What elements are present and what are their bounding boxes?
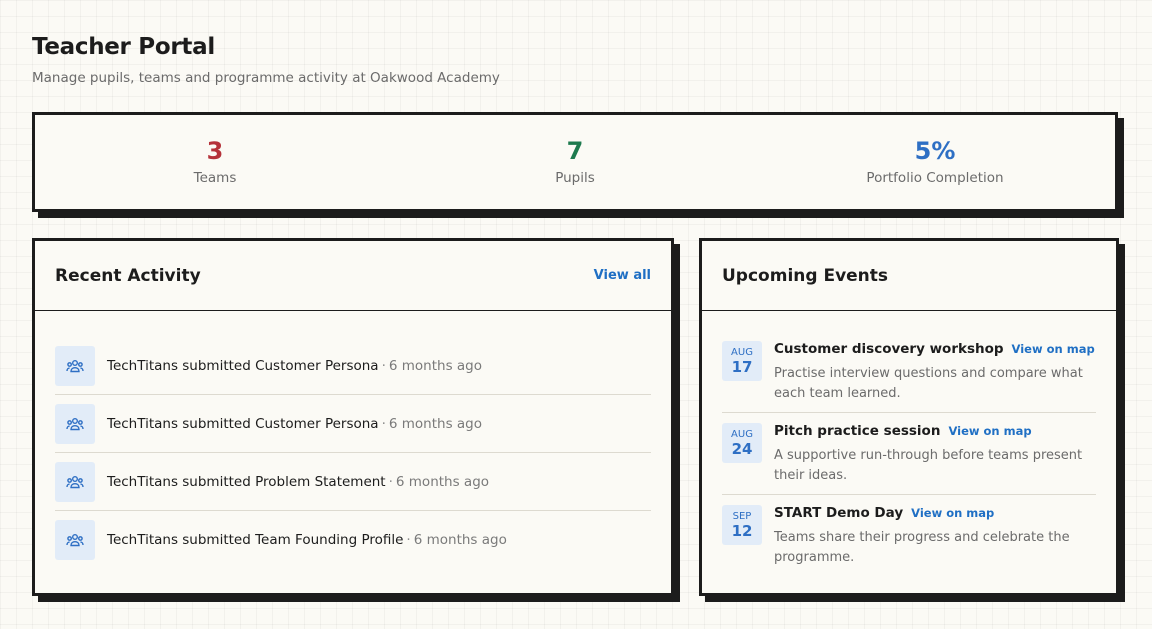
list-item[interactable]: TechTitans submitted Customer Persona · 6 …	[55, 337, 651, 395]
event-description: Practise interview questions and compare…	[774, 366, 1083, 401]
activity-text: TechTitans submitted Customer Persona · 6 …	[107, 358, 482, 374]
event-day: 17	[731, 357, 753, 376]
upcoming-events-card: Upcoming Events AUG 17 Customer discover…	[699, 238, 1119, 596]
event-item: AUG 24 Pitch practice session View on ma…	[722, 419, 1096, 495]
stat-value: 5%	[914, 137, 956, 165]
recent-activity-title: Recent Activity	[55, 265, 201, 286]
activity-description: TechTitans submitted Problem Statement	[107, 473, 386, 490]
event-item: AUG 17 Customer discovery workshop View …	[722, 337, 1096, 413]
activity-list: TechTitans submitted Customer Persona · 6 …	[35, 311, 671, 569]
activity-text: TechTitans submitted Problem Statement · 6…	[107, 474, 489, 490]
activity-description: TechTitans submitted Customer Persona	[107, 415, 379, 432]
event-title: START Demo Day	[774, 505, 904, 521]
recent-activity-card: Recent Activity View all TechTitans subm…	[32, 238, 674, 596]
activity-time: 6 months ago	[395, 473, 490, 490]
stat-label: Teams	[193, 170, 237, 186]
list-item[interactable]: TechTitans submitted Customer Persona · 6 …	[55, 395, 651, 453]
event-date-badge: AUG 17	[722, 341, 762, 381]
stat-pupils: 7 Pupils	[395, 115, 755, 209]
stat-value: 7	[566, 137, 584, 165]
upcoming-events-title: Upcoming Events	[722, 265, 889, 286]
separator: ·	[381, 415, 386, 432]
activity-text: TechTitans submitted Customer Persona · 6 …	[107, 416, 482, 432]
recent-activity-header: Recent Activity View all	[35, 241, 671, 311]
view-on-map-link[interactable]: View on map	[911, 506, 994, 520]
event-day: 12	[731, 521, 753, 540]
team-icon	[55, 520, 95, 560]
stat-teams: 3 Teams	[35, 115, 395, 209]
event-day: 24	[731, 439, 753, 458]
event-date-badge: SEP 12	[722, 505, 762, 545]
upcoming-events-header: Upcoming Events	[702, 241, 1116, 311]
view-on-map-link[interactable]: View on map	[948, 424, 1031, 438]
activity-text: TechTitans submitted Team Founding Profi…	[107, 532, 507, 548]
event-date-badge: AUG 24	[722, 423, 762, 463]
event-description: A supportive run-through before teams pr…	[774, 448, 1083, 483]
stat-portfolio-completion: 5% Portfolio Completion	[755, 115, 1115, 209]
stat-value: 3	[206, 137, 224, 165]
event-month: SEP	[732, 510, 752, 522]
teacher-portal-page: Teacher Portal Manage pupils, teams and …	[32, 34, 1120, 596]
stat-label: Portfolio Completion	[866, 170, 1004, 186]
events-list: AUG 17 Customer discovery workshop View …	[702, 311, 1116, 576]
separator: ·	[388, 473, 393, 490]
team-icon	[55, 461, 95, 502]
event-body: START Demo Day View on map Teams share t…	[774, 505, 1099, 568]
activity-description: TechTitans submitted Team Founding Profi…	[107, 532, 404, 548]
separator: ·	[406, 532, 411, 548]
page-title: Teacher Portal	[32, 34, 215, 60]
event-title: Customer discovery workshop	[774, 341, 1004, 357]
event-title-row: START Demo Day View on map	[774, 505, 1099, 527]
event-title-row: Pitch practice session View on map	[774, 423, 1099, 445]
event-title-row: Customer discovery workshop View on map	[774, 341, 1099, 363]
list-item[interactable]: TechTitans submitted Problem Statement · 6…	[55, 453, 651, 511]
view-on-map-link[interactable]: View on map	[1012, 342, 1095, 356]
event-item: SEP 12 START Demo Day View on map Teams …	[722, 501, 1096, 576]
view-all-link[interactable]: View all	[594, 268, 651, 283]
stat-label: Pupils	[555, 170, 595, 186]
event-description: Teams share their progress and celebrate…	[774, 530, 1070, 565]
team-icon	[55, 345, 95, 386]
stats-panel: 3 Teams 7 Pupils 5% Portfolio Completion	[32, 112, 1118, 212]
event-month: AUG	[731, 428, 753, 440]
page-subtitle: Manage pupils, teams and programme activ…	[32, 70, 500, 86]
activity-time: 6 months ago	[388, 415, 483, 432]
event-body: Customer discovery workshop View on map …	[774, 341, 1099, 404]
event-month: AUG	[731, 346, 753, 358]
activity-description: TechTitans submitted Customer Persona	[107, 357, 379, 374]
activity-time: 6 months ago	[413, 532, 507, 548]
activity-time: 6 months ago	[388, 357, 483, 374]
separator: ·	[381, 357, 386, 374]
event-title: Pitch practice session	[774, 423, 941, 439]
event-body: Pitch practice session View on map A sup…	[774, 423, 1099, 486]
list-item[interactable]: TechTitans submitted Team Founding Profi…	[55, 511, 651, 569]
team-icon	[55, 403, 95, 444]
